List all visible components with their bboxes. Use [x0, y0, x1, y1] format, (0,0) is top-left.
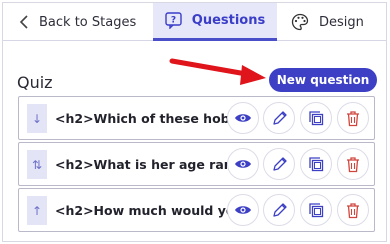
- trash-icon: [347, 156, 359, 172]
- duplicate-button[interactable]: [300, 102, 332, 134]
- tab-back-to-stages[interactable]: Back to Stages: [3, 3, 153, 41]
- svg-text:?: ?: [171, 16, 176, 26]
- question-text: <h2>How much would you: [55, 203, 229, 218]
- palette-icon: [291, 13, 309, 31]
- tab-bar: Back to Stages ? Questions Design: [3, 3, 386, 41]
- new-question-button[interactable]: New question: [269, 68, 377, 92]
- annotation-arrow-icon: [169, 58, 266, 85]
- duplicate-button[interactable]: [300, 148, 332, 180]
- view-button[interactable]: [227, 194, 259, 226]
- delete-button[interactable]: [337, 102, 369, 134]
- duplicate-icon: [308, 156, 323, 171]
- view-button[interactable]: [227, 148, 259, 180]
- delete-button[interactable]: [337, 194, 369, 226]
- pencil-icon: [272, 202, 287, 217]
- question-list: ↓ <h2>Which of these hobbies ⇅ <h2>What …: [18, 96, 375, 234]
- question-row: ↑ <h2>How much would you: [18, 188, 375, 232]
- eye-icon: [235, 160, 251, 168]
- tab-design-label: Design: [319, 14, 364, 30]
- pencil-icon: [272, 110, 287, 125]
- eye-icon: [235, 206, 251, 214]
- edit-button[interactable]: [263, 148, 295, 180]
- question-text: <h2>What is her age range: [55, 157, 229, 172]
- tab-questions[interactable]: ? Questions: [153, 3, 277, 41]
- quiz-editor-panel: Back to Stages ? Questions Design Quiz N…: [2, 2, 387, 242]
- question-row: ⇅ <h2>What is her age range: [18, 142, 375, 186]
- duplicate-button[interactable]: [300, 194, 332, 226]
- trash-icon: [347, 202, 359, 218]
- arrow-up-icon[interactable]: ↑: [27, 196, 47, 225]
- quiz-heading: Quiz: [17, 73, 53, 92]
- view-button[interactable]: [227, 102, 259, 134]
- question-text: <h2>Which of these hobbies: [55, 111, 229, 126]
- pencil-icon: [272, 156, 287, 171]
- tab-questions-label: Questions: [191, 13, 266, 28]
- question-row: ↓ <h2>Which of these hobbies: [18, 96, 375, 140]
- arrow-up-down-icon[interactable]: ⇅: [27, 150, 47, 179]
- edit-button[interactable]: [263, 194, 295, 226]
- arrow-down-icon[interactable]: ↓: [27, 104, 47, 133]
- duplicate-icon: [308, 110, 323, 125]
- delete-button[interactable]: [337, 148, 369, 180]
- edit-button[interactable]: [263, 102, 295, 134]
- question-bubble-icon: ?: [165, 12, 182, 29]
- tab-design[interactable]: Design: [277, 3, 386, 41]
- chevron-left-icon: [19, 15, 29, 29]
- trash-icon: [347, 110, 359, 126]
- eye-icon: [235, 114, 251, 122]
- duplicate-icon: [308, 202, 323, 217]
- tab-back-label: Back to Stages: [39, 14, 137, 30]
